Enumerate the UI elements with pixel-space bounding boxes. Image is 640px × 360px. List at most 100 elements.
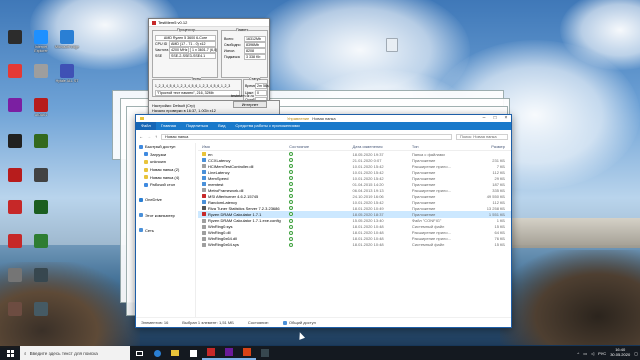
processor-label: Процессор [177, 28, 196, 32]
file-row[interactable]: WinRing0.sys 18.01.2020 10:48 Системный фа… [198, 224, 511, 230]
file-row[interactable]: HCIMemTestController.dll 10.01.2020 15:42… [198, 163, 511, 169]
nav-item[interactable]: OneDrive [136, 196, 195, 204]
desktop-icon[interactable] [2, 30, 28, 45]
sync-ok-icon [289, 194, 294, 199]
app-icon [8, 98, 22, 112]
file-row[interactable]: Riva Tuner Statistics Server 7.2.3.23686… [198, 205, 511, 211]
nav-item[interactable]: Этот компьютер [136, 211, 195, 219]
desktop-icon[interactable]: AIDA64 [28, 98, 54, 117]
file-row[interactable]: WinRing0.dll 18.01.2020 10:48 Расширение п… [198, 230, 511, 236]
file-name-cell: MSI Afterburner 4.6.2.15745 [198, 194, 289, 199]
file-row[interactable]: memtest 01.04.2015 14:20 Приложение 187 КБ [198, 181, 511, 187]
start-button[interactable] [0, 346, 20, 360]
minimize-button[interactable]: – [479, 115, 489, 122]
site-link[interactable]: testmem.tz.ru [231, 94, 254, 98]
clock[interactable]: 16:40 30.05.2020 [610, 348, 630, 357]
recycle-bin-icon[interactable] [386, 38, 398, 52]
sync-ok-icon [289, 182, 294, 187]
language-indicator[interactable]: РУС [598, 351, 606, 356]
desktop-icon[interactable] [28, 168, 54, 183]
tab-file[interactable]: Файл [136, 122, 156, 130]
desktop-icon[interactable]: Internet Explorer [28, 30, 54, 53]
desktop-icon[interactable] [2, 134, 28, 149]
desktop-icon[interactable] [28, 268, 54, 283]
col-name[interactable]: Имя [198, 144, 289, 149]
file-row[interactable]: LineLatency 10.01.2020 15:42 Приложение 112… [198, 169, 511, 175]
desktop-icon[interactable] [28, 200, 54, 215]
desktop-icon[interactable] [28, 302, 54, 317]
col-type[interactable]: Тип [412, 144, 471, 149]
taskbar-app-explorer[interactable] [166, 346, 184, 360]
col-size[interactable]: Размер [471, 144, 511, 149]
folder-icon [139, 144, 143, 149]
taskbar-app-aida64[interactable] [202, 346, 220, 360]
file-row[interactable]: en 18.05.2020 19:37 Папка с файлами [198, 151, 511, 157]
nav-item[interactable]: Сеть [136, 227, 195, 235]
file-row[interactable]: RandomLatency 10.01.2020 15:42 Приложение 1… [198, 199, 511, 205]
desktop-icon[interactable] [2, 200, 28, 215]
close-button[interactable]: × [501, 115, 511, 122]
file-row[interactable]: WinRing0x64.sys 18.01.2020 10:48 Системный… [198, 242, 511, 248]
file-name-cell: RandomLatency [198, 200, 289, 205]
file-icon [202, 182, 206, 187]
desktop-icon[interactable] [2, 234, 28, 249]
desktop-icon[interactable] [2, 64, 28, 79]
nav-item[interactable]: Рабочий стол [136, 181, 195, 189]
taskbar-app-other[interactable] [256, 346, 274, 360]
tab-view[interactable]: Вид [213, 122, 230, 130]
file-row[interactable]: Ryzen DRAM Calculator 1.7.1.exe.config 15… [198, 218, 511, 224]
file-row[interactable]: MSI Afterburner 4.6.2.15745 24.10.2019 16… [198, 193, 511, 199]
file-state-cell [289, 200, 352, 205]
notification-icon[interactable]: ▢ [634, 351, 638, 356]
file-name: MemSpeed [208, 175, 229, 181]
desktop-icon[interactable] [2, 268, 28, 283]
file-row[interactable]: CCXLatency 21.01.2020 0:07 Приложение 231 К… [198, 157, 511, 163]
file-state-cell [289, 152, 352, 157]
back-arrow-icon[interactable]: ← [139, 134, 143, 139]
internet-button[interactable]: Интернет [233, 101, 267, 108]
file-row[interactable]: MetroFramework.dll 06.04.2013 19:13 Расшир… [198, 187, 511, 193]
desktop-icon[interactable]: Hytale ALL ST [54, 64, 80, 83]
desktop-icon[interactable] [28, 134, 54, 149]
file-row[interactable]: MemSpeed 10.01.2020 15:42 Приложение 29 КБ [198, 175, 511, 181]
up-arrow-icon[interactable]: ↑ [155, 134, 157, 139]
folder-icon [140, 117, 144, 120]
volume-icon[interactable]: ◁ [591, 351, 594, 356]
taskbar-app-testmem[interactable] [220, 346, 238, 360]
network-icon[interactable]: ▭ [583, 351, 587, 356]
file-row[interactable]: Ryzen DRAM Calculator 1.7.1 18.05.2020 18… [198, 211, 511, 218]
desktop-icon[interactable]: Microsoft Edge [54, 30, 80, 49]
address-bar[interactable]: Новая папка [161, 133, 452, 140]
tab-app-tools[interactable]: Средства работы с приложениями [230, 122, 304, 130]
taskbar-app-edge[interactable] [148, 346, 166, 360]
col-date[interactable]: Дата изменения [353, 144, 412, 149]
folder-icon [144, 167, 148, 172]
task-view-button[interactable] [130, 346, 148, 360]
file-type: Приложение [411, 169, 436, 175]
taskbar-search[interactable]: ⌕ Введите здесь текст для поиска [20, 346, 130, 360]
nav-item[interactable]: Новая папка (2) [136, 166, 195, 174]
taskbar-app-store[interactable] [184, 346, 202, 360]
desktop-icon[interactable] [2, 302, 28, 317]
col-state[interactable]: Состояние [289, 144, 352, 149]
file-size: 112 КБ [492, 199, 505, 205]
forward-arrow-icon[interactable]: → [147, 134, 151, 139]
desktop-icon[interactable] [2, 98, 28, 113]
desktop-icon-label: AIDA64 [34, 113, 48, 117]
tab-home[interactable]: Главная [156, 122, 181, 130]
file-explorer-window[interactable]: Управление Новая папка – □ × Файл Главна… [135, 114, 512, 328]
nav-item[interactable]: Быстрый доступ [136, 143, 195, 151]
search-input[interactable]: Поиск: Новая папка [456, 133, 508, 140]
desktop-icon[interactable] [2, 168, 28, 183]
file-row[interactable]: WinRing0x64.dll 18.01.2020 10:48 Расширени… [198, 236, 511, 242]
nav-item[interactable]: Загрузки [136, 151, 195, 159]
chevron-up-icon[interactable]: ^ [577, 351, 579, 356]
nav-item[interactable]: Новая папка (4) [136, 173, 195, 181]
desktop-icon[interactable] [28, 234, 54, 249]
taskbar-app-calculator[interactable] [238, 346, 256, 360]
desktop-icon[interactable] [28, 64, 54, 79]
file-date: 10.01.2020 15:42 [352, 199, 384, 205]
nav-item[interactable]: unknown [136, 158, 195, 166]
maximize-button[interactable]: □ [490, 115, 500, 122]
tab-share[interactable]: Поделиться [181, 122, 213, 130]
